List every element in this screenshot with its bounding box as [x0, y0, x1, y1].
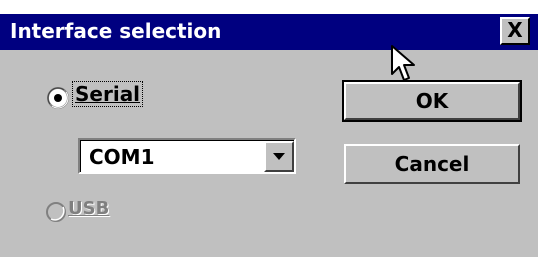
port-select-value: COM1 — [89, 145, 155, 169]
usb-label-text: USB — [68, 198, 110, 219]
close-button[interactable]: X — [500, 17, 530, 45]
title-bar: Interface selection X — [0, 14, 538, 50]
radio-circle-disabled-icon — [46, 202, 66, 222]
ok-button-label: OK — [415, 89, 449, 113]
close-icon: X — [507, 18, 523, 42]
top-strip — [0, 0, 538, 14]
usb-label: USB — [68, 198, 109, 219]
chevron-down-icon — [273, 153, 285, 160]
usb-radio[interactable] — [44, 200, 68, 224]
port-select-dropdown-button[interactable] — [264, 141, 294, 172]
serial-label-text: Serial — [72, 81, 144, 107]
mouse-pointer-icon — [391, 45, 415, 81]
window-title: Interface selection — [10, 19, 222, 43]
radio-selected-dot — [54, 94, 62, 102]
cancel-button-label: Cancel — [394, 152, 470, 176]
serial-radio[interactable] — [46, 86, 70, 110]
port-select[interactable]: COM1 — [78, 138, 296, 174]
cancel-button[interactable]: Cancel — [344, 144, 520, 184]
port-select-field: COM1 — [80, 140, 294, 172]
serial-label[interactable]: Serial — [72, 81, 144, 107]
interface-selection-dialog — [0, 14, 538, 257]
ok-button[interactable]: OK — [342, 80, 522, 122]
